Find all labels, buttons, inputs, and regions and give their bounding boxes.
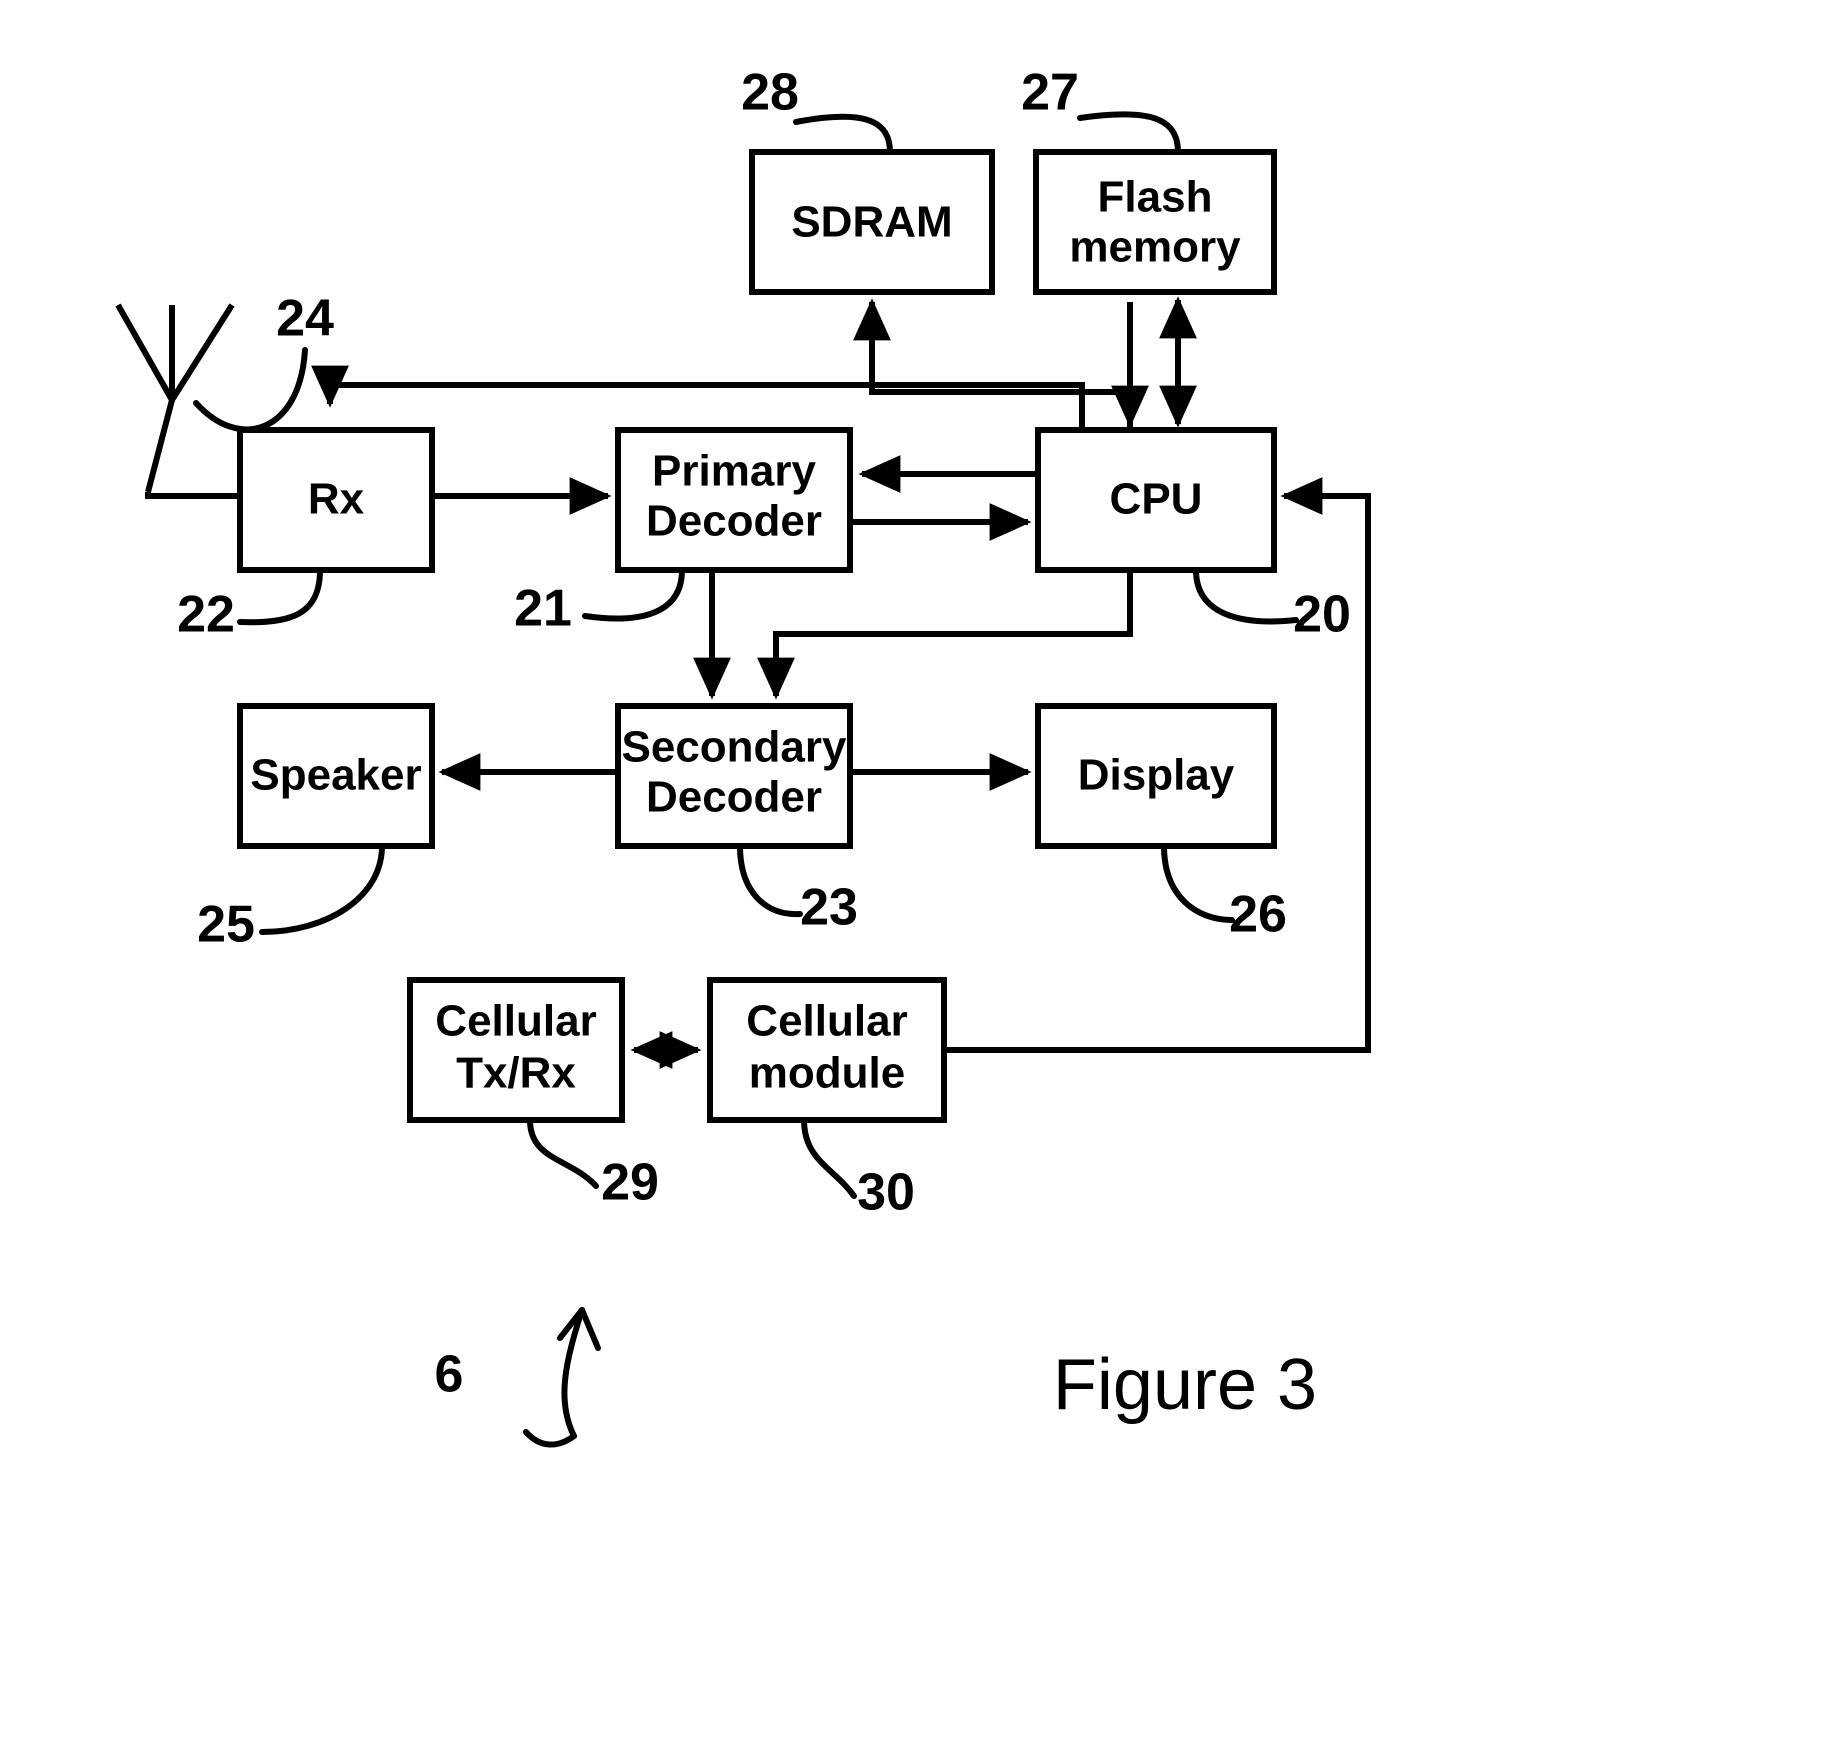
patent-figure: SDRAM Flash memory Rx Primary Decoder CP… bbox=[0, 0, 1829, 1750]
ref-number-21: 21 bbox=[514, 580, 572, 638]
leader-ref-28 bbox=[793, 113, 893, 155]
leader-ref-24 bbox=[193, 347, 308, 433]
block-label-cellular-module-line2: module bbox=[749, 1049, 905, 1098]
ref-number-28: 28 bbox=[741, 64, 799, 122]
wire-antenna-to-rx bbox=[145, 492, 240, 499]
leader-ref-21 bbox=[582, 567, 685, 622]
block-label-cellular-txrx-line1: Cellular bbox=[435, 997, 596, 1046]
leader-ref-22 bbox=[237, 567, 323, 626]
block-label-display: Display bbox=[1078, 751, 1235, 800]
antenna-icon bbox=[115, 303, 235, 493]
block-label-primary-decoder-line2: Decoder bbox=[646, 497, 822, 546]
block-label-flash-memory-line1: Flash bbox=[1098, 173, 1213, 222]
ref-number-24: 24 bbox=[276, 290, 334, 348]
leader-ref-27 bbox=[1077, 111, 1181, 155]
ref-number-30: 30 bbox=[857, 1164, 915, 1222]
block-label-secondary-decoder-line2: Decoder bbox=[646, 773, 822, 822]
leader-ref-26 bbox=[1161, 843, 1235, 923]
block-diagram: SDRAM Flash memory Rx Primary Decoder CP… bbox=[115, 64, 1371, 1448]
ref-number-29: 29 bbox=[601, 1154, 659, 1212]
wire-cpu-to-sdram bbox=[853, 298, 1133, 430]
block-label-primary-decoder-line1: Primary bbox=[652, 447, 816, 496]
wire-cpu-to-secondary bbox=[757, 570, 1133, 700]
figure-caption: Figure 3 bbox=[1053, 1345, 1317, 1425]
ref-number-27: 27 bbox=[1021, 64, 1079, 122]
block-label-sdram: SDRAM bbox=[791, 198, 952, 247]
leader-ref-20 bbox=[1193, 567, 1299, 625]
block-label-cpu: CPU bbox=[1110, 475, 1203, 524]
ref-number-20: 20 bbox=[1293, 586, 1351, 644]
block-label-secondary-decoder-line1: Secondary bbox=[622, 723, 848, 772]
ref-number-22: 22 bbox=[177, 586, 235, 644]
ref-number-26: 26 bbox=[1229, 886, 1287, 944]
leader-ref-25 bbox=[259, 843, 385, 935]
ref-number-23: 23 bbox=[800, 879, 858, 937]
ref-number-6: 6 bbox=[435, 1346, 464, 1404]
block-label-rx: Rx bbox=[308, 475, 365, 524]
leader-ref-23 bbox=[737, 843, 803, 918]
leader-ref-6 bbox=[523, 1307, 601, 1448]
block-label-cellular-txrx-line2: Tx/Rx bbox=[456, 1049, 576, 1098]
block-label-speaker: Speaker bbox=[250, 751, 421, 800]
block-label-cellular-module-line1: Cellular bbox=[746, 997, 907, 1046]
leader-ref-29 bbox=[527, 1117, 599, 1189]
ref-number-25: 25 bbox=[197, 896, 255, 954]
block-label-flash-memory-line2: memory bbox=[1069, 223, 1241, 272]
leader-ref-30 bbox=[801, 1117, 857, 1199]
